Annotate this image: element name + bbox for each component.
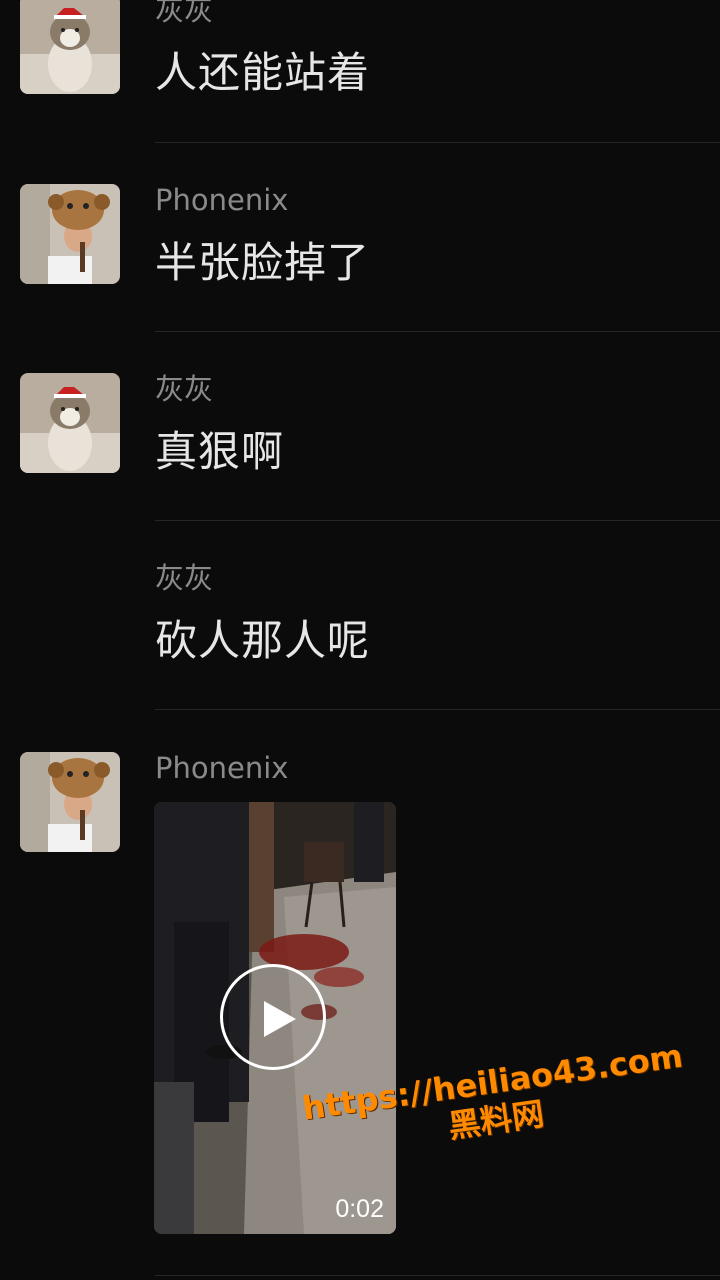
- sender-name: 灰灰: [155, 372, 214, 406]
- cat-avatar-icon: [20, 0, 120, 94]
- divider: [155, 520, 720, 521]
- boy-bear-hat-avatar-icon: [20, 184, 120, 284]
- message-text[interactable]: 半张脸掉了: [155, 242, 370, 284]
- sender-name: 灰灰: [155, 0, 214, 27]
- chat-screen: 灰灰 人还能站着 Phonenix 半张脸掉了 灰灰 真狠啊 灰灰 砍人那人呢 …: [0, 0, 720, 1280]
- video-duration: 0:02: [335, 1195, 384, 1223]
- video-message[interactable]: 0:02: [154, 802, 396, 1234]
- divider: [155, 709, 720, 710]
- sender-name: Phonenix: [155, 183, 289, 217]
- message-text[interactable]: 人还能站着: [155, 52, 370, 94]
- avatar[interactable]: [20, 752, 120, 852]
- message-text[interactable]: 砍人那人呢: [155, 620, 370, 662]
- divider: [155, 331, 720, 332]
- sender-name: Phonenix: [155, 751, 289, 785]
- avatar[interactable]: [20, 184, 120, 284]
- cat-avatar-icon: [20, 373, 120, 473]
- boy-bear-hat-avatar-icon: [20, 752, 120, 852]
- avatar[interactable]: [20, 373, 120, 473]
- message-text[interactable]: 真狠啊: [155, 431, 284, 473]
- sender-name: 灰灰: [155, 561, 214, 595]
- avatar[interactable]: [20, 0, 120, 94]
- play-icon: [264, 1001, 296, 1037]
- divider: [155, 142, 720, 143]
- divider: [155, 1275, 720, 1276]
